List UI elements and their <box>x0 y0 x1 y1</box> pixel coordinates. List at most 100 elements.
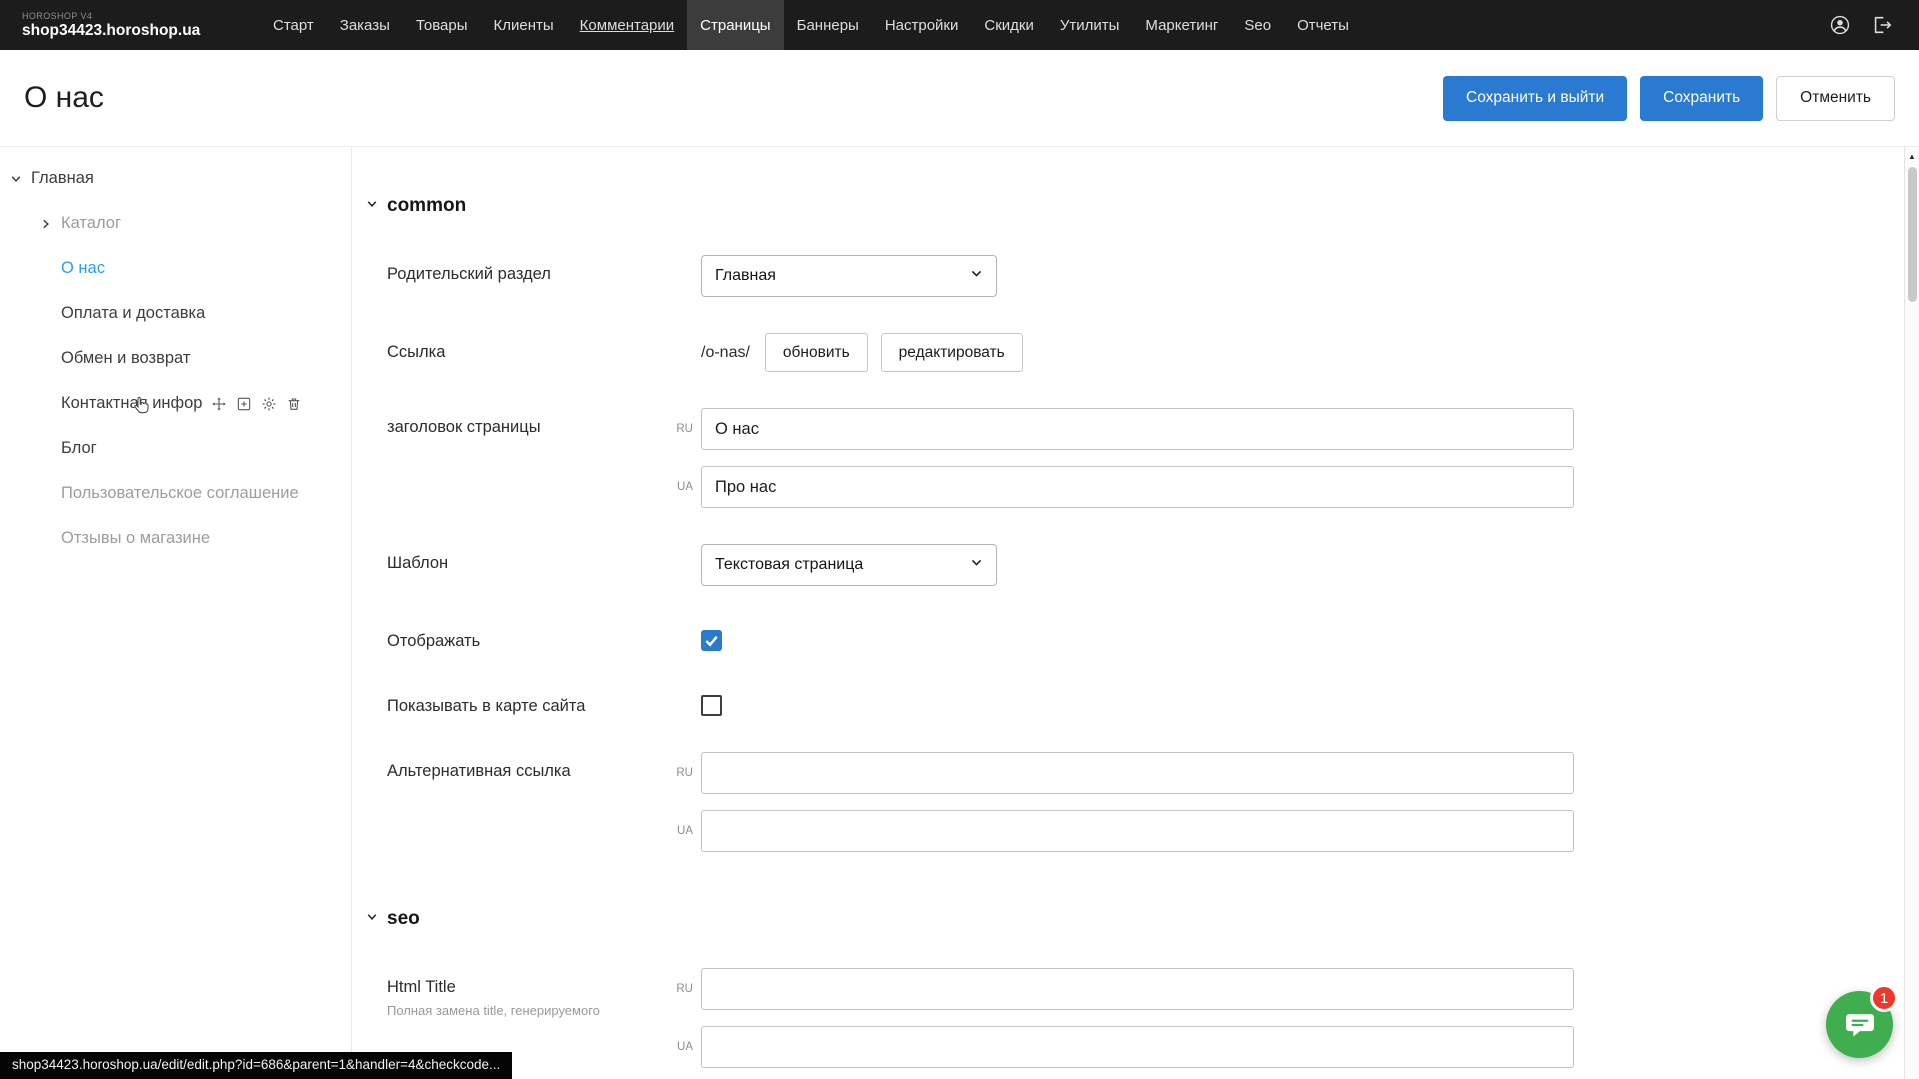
sidebar-item-blog[interactable]: Блог <box>0 426 351 471</box>
template-select[interactable]: Текстовая страница <box>701 544 997 586</box>
sidebar-item-user-agreement[interactable]: Пользовательское соглашение <box>0 471 351 516</box>
nav-item-banners[interactable]: Баннеры <box>784 0 872 50</box>
html-title-input-ru[interactable] <box>701 968 1574 1010</box>
edit-url-button[interactable]: редактировать <box>881 333 1023 372</box>
brand[interactable]: HOROSHOP V4 shop34423.horoshop.ua <box>0 0 260 50</box>
field-label-text: Шаблон <box>387 554 701 573</box>
field-label-text: Html Title <box>387 978 701 997</box>
sidebar-item-label: Блог <box>61 439 97 458</box>
page-heading-row-ru: RU <box>701 408 1574 450</box>
tree-item-actions <box>211 396 302 412</box>
refresh-url-button[interactable]: обновить <box>765 333 868 372</box>
chevron-down-icon <box>970 267 983 285</box>
nav-item-discounts[interactable]: Скидки <box>971 0 1046 50</box>
show-in-sitemap-control <box>701 687 722 716</box>
nav-item-clients[interactable]: Клиенты <box>481 0 567 50</box>
nav-item-marketing[interactable]: Маркетинг <box>1132 0 1231 50</box>
top-navigation: СтартЗаказыТоварыКлиентыКомментарииСтран… <box>260 0 1362 50</box>
lang-tag-ua: UA <box>665 825 693 837</box>
parent-section-select[interactable]: Главная <box>701 255 997 297</box>
link-preview-statusbar: shop34423.horoshop.ua/edit/edit.php?id=6… <box>0 1052 512 1079</box>
alternative-url-input-ua[interactable] <box>701 810 1574 852</box>
template-label: Шаблон <box>387 544 701 586</box>
nav-item-utilities[interactable]: Утилиты <box>1047 0 1133 50</box>
section-header-seo[interactable]: seo <box>366 908 1904 930</box>
save-and-exit-button[interactable]: Сохранить и выйти <box>1443 76 1627 121</box>
form-row: ШаблонТекстовая страница <box>366 544 1904 586</box>
url-label: Ссылка <box>387 333 701 372</box>
sidebar-item-label: О нас <box>61 259 105 278</box>
logout-icon[interactable] <box>1871 14 1893 36</box>
nav-item-orders[interactable]: Заказы <box>327 0 403 50</box>
show-in-sitemap-checkbox[interactable] <box>701 695 722 716</box>
drag-move-icon[interactable] <box>211 396 227 412</box>
html-title-control: RU UA <box>701 968 1574 1068</box>
show-in-sitemap-label: Показывать в карте сайта <box>387 687 701 716</box>
sidebar-item-exchange-return[interactable]: Обмен и возврат <box>0 336 351 381</box>
form-row: заголовок страницыRU UA <box>366 408 1904 508</box>
account-icon[interactable] <box>1829 14 1851 36</box>
nav-item-products[interactable]: Товары <box>403 0 481 50</box>
alternative-url-input-ru[interactable] <box>701 752 1574 794</box>
trash-icon[interactable] <box>286 396 302 412</box>
nav-item-seo[interactable]: Seo <box>1231 0 1284 50</box>
form-row: Отображать <box>366 622 1904 651</box>
field-label-text: Родительский раздел <box>387 265 701 284</box>
chevron-down-icon <box>10 173 22 185</box>
field-label-text: Отображать <box>387 632 701 651</box>
form-row: Ссылка/o-nas/обновитьредактировать <box>366 333 1904 372</box>
nav-item-reports[interactable]: Отчеты <box>1284 0 1362 50</box>
html-title-input-ua[interactable] <box>701 1026 1574 1068</box>
form-row: Показывать в карте сайта <box>366 687 1904 716</box>
section-title: seo <box>387 908 420 930</box>
gear-icon[interactable] <box>261 396 277 412</box>
scrollbar-up-arrow-icon[interactable]: ▲ <box>1905 147 1919 165</box>
field-label-text: заголовок страницы <box>387 418 701 437</box>
display-checkbox[interactable] <box>701 630 722 651</box>
content-area: Главная Каталог О нас Оплата и доставкаОбме… <box>0 147 1919 1079</box>
chat-launcher-button[interactable]: 1 <box>1826 991 1893 1058</box>
chevron-down-icon <box>366 910 378 928</box>
html-title-row-ua: UA <box>701 1026 1574 1068</box>
header-actions: Сохранить и выйти Сохранить Отменить <box>1443 76 1895 121</box>
sidebar-item-label: Контактная инфор <box>61 394 202 413</box>
parent-section-select-value: Главная <box>715 267 776 285</box>
page-heading-row-ua: UA <box>701 466 1574 508</box>
save-button[interactable]: Сохранить <box>1640 76 1763 121</box>
template-control: Текстовая страница <box>701 544 997 586</box>
sidebar-item-contact-info[interactable]: Контактная инфор <box>0 381 351 426</box>
cancel-button[interactable]: Отменить <box>1776 76 1895 121</box>
sidebar-item-label: Главная <box>31 169 94 188</box>
lang-tag-ua: UA <box>665 1041 693 1053</box>
html-title-sublabel: Полная замена title, генерируемого <box>387 1003 701 1018</box>
sidebar-item-label: Отзывы о магазине <box>61 529 210 548</box>
section-header-common[interactable]: common <box>366 195 1904 217</box>
nav-item-comments[interactable]: Комментарии <box>567 0 687 50</box>
sidebar-item-payment-delivery[interactable]: Оплата и доставка <box>0 291 351 336</box>
brand-version: HOROSHOP V4 <box>22 11 260 21</box>
sidebar-item-store-reviews[interactable]: Отзывы о магазине <box>0 516 351 561</box>
html-title-row-ru: RU <box>701 968 1574 1010</box>
nav-item-pages[interactable]: Страницы <box>687 0 783 50</box>
sidebar-item-about-us[interactable]: О нас <box>0 246 351 291</box>
section-common: commonРодительский разделГлавнаяСсылка/o… <box>366 195 1904 852</box>
sidebar-item-label: Каталог <box>61 214 121 233</box>
vertical-scrollbar[interactable]: ▲ <box>1904 147 1919 1079</box>
display-control <box>701 622 722 651</box>
add-icon[interactable] <box>236 396 252 412</box>
alternative-url-label: Альтернативная ссылка <box>387 752 701 852</box>
parent-section-label: Родительский раздел <box>387 255 701 297</box>
brand-domain: shop34423.horoshop.ua <box>22 22 260 40</box>
nav-item-start[interactable]: Старт <box>260 0 327 50</box>
chevron-right-icon <box>40 218 52 230</box>
nav-item-settings[interactable]: Настройки <box>872 0 972 50</box>
topbar-right <box>1829 0 1919 50</box>
sidebar-item-home[interactable]: Главная <box>0 156 351 201</box>
sidebar-item-catalog[interactable]: Каталог <box>0 201 351 246</box>
page-heading-input-ua[interactable] <box>701 466 1574 508</box>
scrollbar-thumb[interactable] <box>1908 167 1917 302</box>
display-label: Отображать <box>387 622 701 651</box>
alternative-url-row-ru: RU <box>701 752 1574 794</box>
page-heading-input-ru[interactable] <box>701 408 1574 450</box>
section-title: common <box>387 195 466 217</box>
